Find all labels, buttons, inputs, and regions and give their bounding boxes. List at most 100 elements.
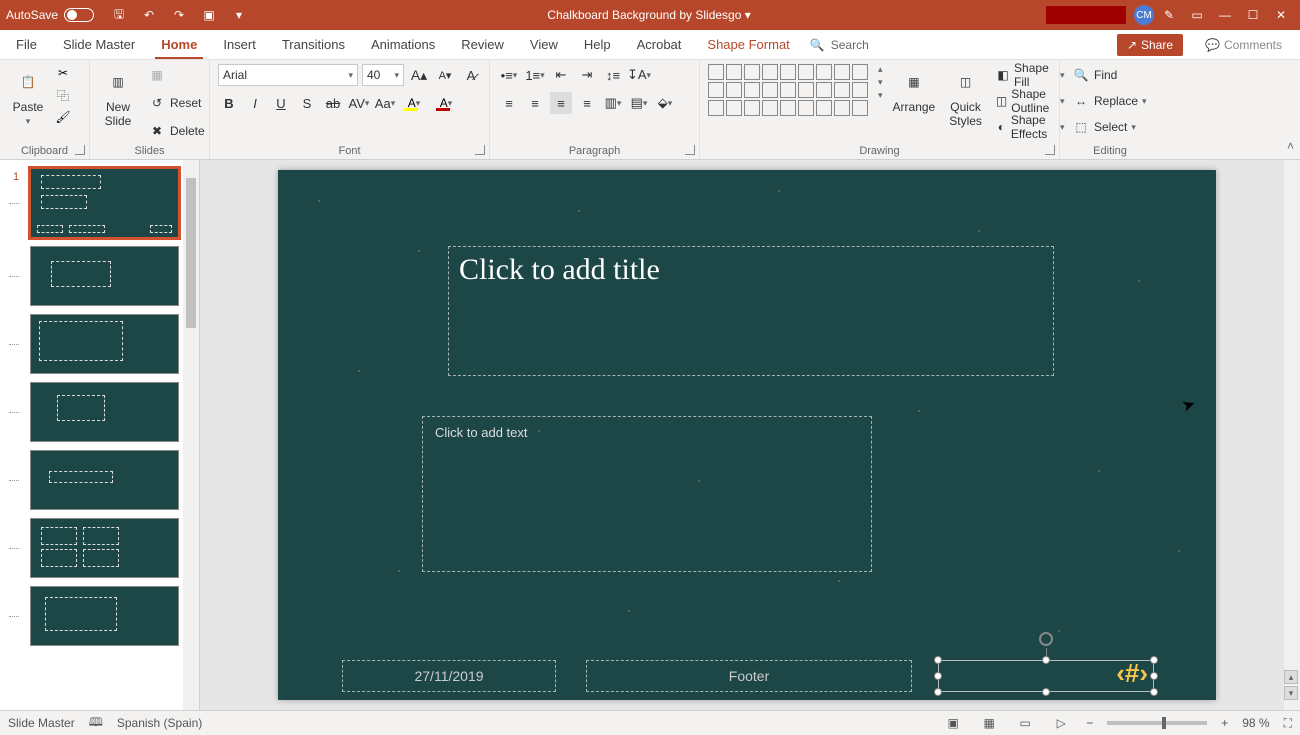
change-case-button[interactable]: Aa▾ — [374, 92, 396, 114]
highlight-color-button[interactable]: A▾ — [400, 92, 428, 114]
save-icon[interactable]: 🖫 — [106, 2, 132, 28]
strike-button[interactable]: ab — [322, 92, 344, 114]
fit-window-icon[interactable]: ⛶ — [1284, 716, 1292, 731]
resize-handle[interactable] — [934, 672, 942, 680]
tab-view[interactable]: View — [524, 31, 564, 59]
shape-fill-button[interactable]: ◧Shape Fill▾ — [992, 64, 1069, 86]
resize-handle[interactable] — [934, 656, 942, 664]
maximize-icon[interactable]: ☐ — [1240, 2, 1266, 28]
tab-acrobat[interactable]: Acrobat — [631, 31, 688, 59]
line-spacing-button[interactable]: ↕≡ — [602, 64, 624, 86]
text-direction-button[interactable]: ↧A▾ — [628, 64, 650, 86]
reading-view-icon[interactable]: ▭ — [1014, 714, 1036, 732]
comments-button[interactable]: 💬 Comments — [1197, 34, 1290, 56]
collapse-ribbon-icon[interactable]: ˄ — [1287, 139, 1294, 153]
align-text-button[interactable]: ▤▾ — [628, 92, 650, 114]
replace-button[interactable]: ↔Replace▾ — [1068, 90, 1151, 112]
tab-help[interactable]: Help — [578, 31, 617, 59]
sorter-view-icon[interactable]: ▦ — [978, 714, 1000, 732]
zoom-level[interactable]: 98 % — [1242, 716, 1269, 730]
zoom-out-icon[interactable]: − — [1086, 716, 1093, 730]
resize-handle[interactable] — [934, 688, 942, 696]
clear-formatting-icon[interactable]: A̷ — [460, 64, 482, 86]
zoom-slider[interactable] — [1107, 721, 1207, 725]
resize-handle[interactable] — [1150, 688, 1158, 696]
new-slide-button[interactable]: ▥ New Slide — [98, 64, 138, 130]
resize-handle[interactable] — [1042, 688, 1050, 696]
share-button[interactable]: ↗ Share — [1117, 34, 1183, 56]
resize-handle[interactable] — [1042, 656, 1050, 664]
date-placeholder[interactable]: 27/11/2019 — [342, 660, 556, 692]
tab-home[interactable]: Home — [155, 31, 203, 59]
shapes-gallery[interactable] — [708, 64, 868, 116]
tab-transitions[interactable]: Transitions — [276, 31, 351, 59]
underline-button[interactable]: U — [270, 92, 292, 114]
rotate-handle-icon[interactable] — [1039, 632, 1053, 646]
copy-icon[interactable]: ⿻ — [54, 86, 72, 104]
tell-me-search[interactable]: 🔍 Search — [810, 38, 869, 52]
align-left-icon[interactable]: ≡ — [498, 92, 520, 114]
decrease-indent-icon[interactable]: ⇤ — [550, 64, 572, 86]
find-button[interactable]: 🔍Find — [1068, 64, 1128, 86]
reset-button[interactable]: ↺Reset — [144, 92, 209, 114]
resize-handle[interactable] — [1150, 656, 1158, 664]
undo-icon[interactable]: ↶ — [136, 2, 162, 28]
slide-edit-area[interactable]: Click to add title Click to add text 27/… — [200, 160, 1300, 710]
shape-effects-button[interactable]: ◐Shape Effects▾ — [992, 116, 1069, 138]
thumb-scrollbar[interactable] — [183, 160, 199, 710]
paste-button[interactable]: 📋 Paste ▾ — [8, 64, 48, 129]
font-launcher-icon[interactable] — [475, 145, 485, 155]
accessibility-icon[interactable]: 🕮 — [89, 713, 103, 734]
shapes-up-icon[interactable]: ▴ — [878, 64, 883, 75]
status-language[interactable]: Spanish (Spain) — [117, 716, 202, 730]
drawing-launcher-icon[interactable] — [1045, 145, 1055, 155]
qat-more-icon[interactable]: ▾ — [226, 2, 252, 28]
font-color-button[interactable]: A▾ — [432, 92, 460, 114]
close-icon[interactable]: ✕ — [1268, 2, 1294, 28]
justify-icon[interactable]: ≡ — [576, 92, 598, 114]
title-placeholder[interactable]: Click to add title — [448, 246, 1054, 376]
tab-slide-master[interactable]: Slide Master — [57, 31, 141, 59]
shrink-font-icon[interactable]: A▾ — [434, 64, 456, 86]
slide-canvas[interactable]: Click to add title Click to add text 27/… — [278, 170, 1216, 700]
layout-button[interactable]: ▦ — [144, 64, 209, 86]
redo-icon[interactable]: ↷ — [166, 2, 192, 28]
slide-number-placeholder[interactable]: ‹#› — [938, 660, 1154, 692]
char-spacing-button[interactable]: AV▾ — [348, 92, 370, 114]
align-right-icon[interactable]: ≡ — [550, 92, 572, 114]
layout-thumb-4[interactable] — [30, 382, 179, 442]
bullets-button[interactable]: •≡▾ — [498, 64, 520, 86]
user-avatar[interactable]: CM — [1134, 5, 1154, 25]
resize-handle[interactable] — [1150, 672, 1158, 680]
paragraph-launcher-icon[interactable] — [685, 145, 695, 155]
numbering-button[interactable]: 1≡▾ — [524, 64, 546, 86]
slideshow-view-icon[interactable]: ▷ — [1050, 714, 1072, 732]
shapes-more-icon[interactable]: ▾ — [878, 90, 883, 101]
tab-shape-format[interactable]: Shape Format — [701, 31, 795, 59]
normal-view-icon[interactable]: ▣ — [942, 714, 964, 732]
tab-animations[interactable]: Animations — [365, 31, 441, 59]
edit-scrollbar[interactable] — [1284, 160, 1300, 710]
shadow-button[interactable]: S — [296, 92, 318, 114]
delete-button[interactable]: ✖Delete — [144, 120, 209, 142]
smartart-button[interactable]: ⬙▾ — [654, 92, 676, 114]
italic-button[interactable]: I — [244, 92, 266, 114]
layout-thumb-5[interactable] — [30, 450, 179, 510]
layout-thumb-7[interactable] — [30, 586, 179, 646]
pen-icon[interactable]: ✎ — [1156, 2, 1182, 28]
quick-styles-button[interactable]: ◫ Quick Styles — [945, 64, 986, 130]
next-slide-icon[interactable]: ▾ — [1284, 686, 1298, 700]
autosave-toggle[interactable]: AutoSave — [6, 8, 94, 22]
font-size-combo[interactable]: 40▾ — [362, 64, 404, 86]
align-center-icon[interactable]: ≡ — [524, 92, 546, 114]
present-icon[interactable]: ▣ — [196, 2, 222, 28]
layout-thumb-6[interactable] — [30, 518, 179, 578]
footer-placeholder[interactable]: Footer — [586, 660, 912, 692]
clipboard-launcher-icon[interactable] — [75, 145, 85, 155]
grow-font-icon[interactable]: A▴ — [408, 64, 430, 86]
cut-icon[interactable]: ✂ — [54, 64, 72, 82]
format-painter-icon[interactable]: 🖌 — [54, 108, 72, 126]
prev-slide-icon[interactable]: ▴ — [1284, 670, 1298, 684]
tab-insert[interactable]: Insert — [217, 31, 262, 59]
select-button[interactable]: ⬚Select▾ — [1068, 116, 1140, 138]
